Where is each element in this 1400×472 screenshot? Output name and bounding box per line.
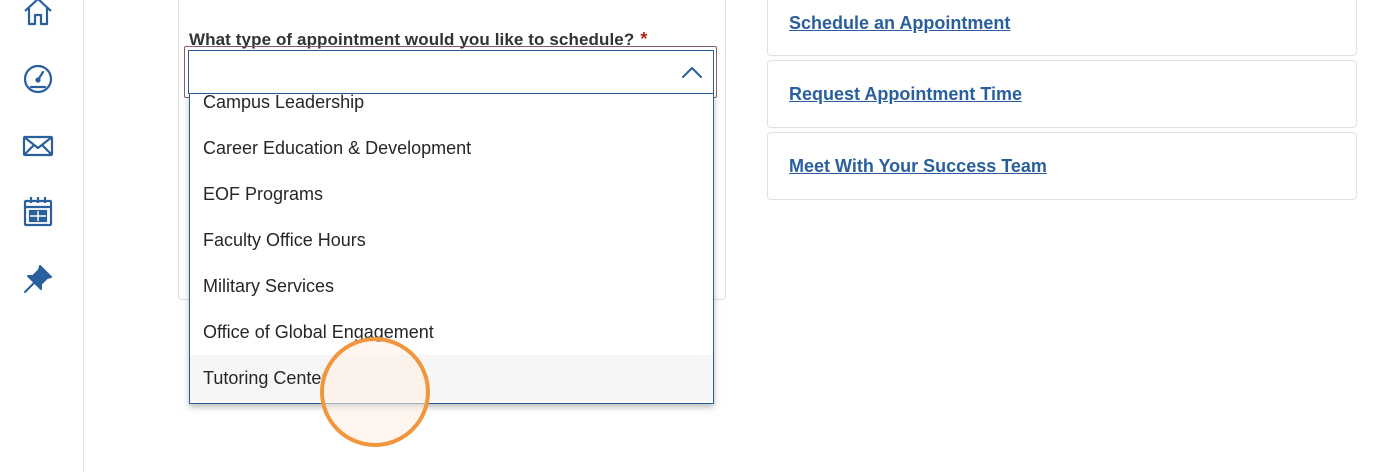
meet-success-team-link[interactable]: Meet With Your Success Team: [789, 156, 1047, 177]
dropdown-option[interactable]: Military Services: [190, 263, 713, 309]
chevron-up-icon[interactable]: [681, 64, 703, 80]
calendar-icon[interactable]: [21, 195, 55, 229]
sidebar-nav: [0, 0, 84, 472]
dropdown-option[interactable]: EOF Programs: [190, 171, 713, 217]
click-indicator: [320, 337, 430, 447]
appointment-type-dropdown: Campus Leadership Career Education & Dev…: [189, 94, 714, 404]
success-team-card: Meet With Your Success Team: [767, 132, 1357, 200]
schedule-appointment-link[interactable]: Schedule an Appointment: [789, 13, 1010, 34]
mail-icon[interactable]: [21, 129, 55, 163]
pin-icon[interactable]: [21, 262, 55, 296]
dropdown-option[interactable]: Office of Global Engagement: [190, 309, 713, 355]
schedule-appointment-card: Schedule an Appointment: [767, 0, 1357, 56]
dropdown-option[interactable]: Faculty Office Hours: [190, 217, 713, 263]
dropdown-option[interactable]: Campus Leadership: [190, 94, 713, 125]
dashboard-gauge-icon[interactable]: [21, 62, 55, 96]
home-icon[interactable]: [21, 0, 55, 29]
request-appointment-time-link[interactable]: Request Appointment Time: [789, 84, 1022, 105]
dropdown-option[interactable]: Career Education & Development: [190, 125, 713, 171]
request-appointment-card: Request Appointment Time: [767, 60, 1357, 128]
appointment-type-select[interactable]: [188, 50, 714, 94]
dropdown-option-hovered[interactable]: Tutoring Center: [190, 355, 713, 401]
